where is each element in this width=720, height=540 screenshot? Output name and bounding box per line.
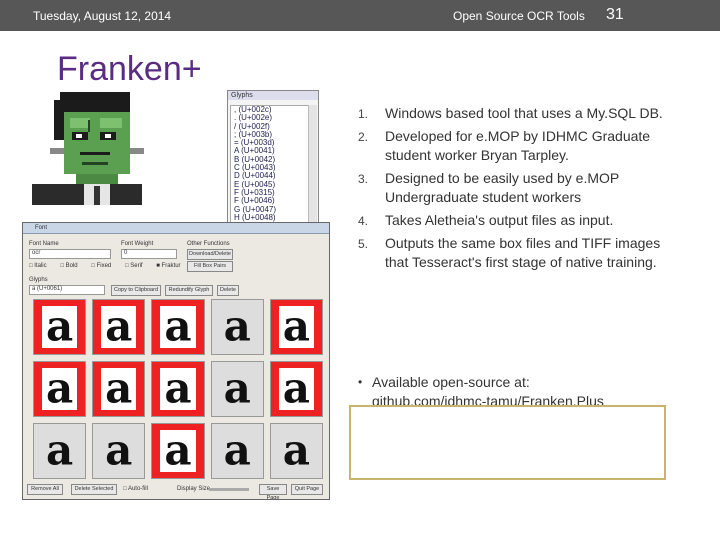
glyph-cell[interactable]: a (92, 299, 146, 355)
glyph-image: a (164, 425, 192, 475)
list-item: 5. Outputs the same box files and TIFF im… (358, 234, 668, 272)
font-name-label: Font Name (29, 241, 59, 247)
window-title-bar: Font (23, 223, 329, 234)
glyph-image: a (282, 301, 310, 351)
glyph-image-grid: aaaaaaaaaaaaaaa (33, 299, 323, 479)
glyph-image: a (45, 301, 74, 351)
fixed-checkbox[interactable]: □ Fixed (91, 263, 111, 269)
font-name-input[interactable]: ocr (29, 249, 111, 259)
italic-checkbox[interactable]: □ Italic (29, 263, 47, 269)
fill-box-pairs-button[interactable]: Fill Box Pairs (187, 261, 233, 272)
list-text: Windows based tool that uses a My.SQL DB… (385, 105, 663, 121)
glyph-image: a (282, 363, 310, 413)
list-item: 3. Designed to be easily used by e.MOP Un… (358, 169, 668, 207)
list-number: 3. (358, 172, 369, 186)
remove-all-button[interactable]: Remove All (27, 484, 63, 495)
window-bottom-bar: Remove All Delete Selected □ Auto-fill D… (27, 484, 325, 499)
glyph-cell[interactable]: a (210, 361, 264, 417)
glyph-cell[interactable]: a (269, 299, 323, 355)
glyph-image: a (105, 363, 133, 413)
font-settings-form: Font Name ocr Font Weight 0 Other Functi… (27, 237, 323, 305)
glyph-cell[interactable]: a (210, 299, 264, 355)
delete-selected-button[interactable]: Delete Selected (71, 484, 117, 495)
list-number: 1. (358, 107, 369, 121)
glyph-image: a (45, 363, 74, 413)
slide-header: Tuesday, August 12, 2014 Open Source OCR… (0, 0, 720, 31)
slide-footer-title: Open Source OCR Tools (453, 9, 585, 23)
glyph-select-value: a (U+0061) (32, 286, 63, 292)
list-text: Developed for e.MOP by IDHMC Graduate st… (385, 128, 651, 163)
feature-list: 1. Windows based tool that uses a My.SQL … (358, 104, 668, 276)
list-text: Designed to be easily used by e.MOP Unde… (385, 170, 619, 205)
window-title: Font (35, 225, 48, 231)
list-text: Outputs the same box files and TIFF imag… (385, 235, 661, 270)
other-functions-label: Other Functions (187, 241, 230, 247)
glyph-image: a (282, 425, 310, 475)
frankenstein-logo (22, 90, 152, 205)
availability-text: Available open-source at: (372, 374, 530, 390)
font-name-value: ocr (32, 250, 41, 256)
glyph-cell[interactable]: a (33, 423, 87, 479)
list-item: 1. Windows based tool that uses a My.SQL … (358, 104, 668, 123)
list-number: 5. (358, 237, 369, 251)
glyph-cell[interactable]: a (151, 299, 205, 355)
list-item: 4. Takes Aletheia's output files as input… (358, 211, 668, 230)
auto-fill-checkbox[interactable]: □ Auto-fill (123, 486, 148, 492)
font-weight-input[interactable]: 0 (121, 249, 177, 259)
serif-checkbox[interactable]: □ Serif (125, 263, 143, 269)
glyph-cell[interactable]: a (151, 423, 205, 479)
glyph-image: a (45, 425, 74, 475)
delete-button[interactable]: Delete (217, 285, 239, 296)
glyph-cell[interactable]: a (210, 423, 264, 479)
glyph-cell[interactable]: a (33, 361, 87, 417)
glyph-image: a (105, 301, 133, 351)
glyph-image: a (105, 425, 133, 475)
glyphs-label: Glyphs (29, 277, 48, 283)
list-text: Takes Aletheia's output files as input. (385, 212, 614, 228)
display-size-label: Display Size (177, 486, 211, 492)
list-number: 4. (358, 214, 369, 228)
redundify-glyph-button[interactable]: Redundify Glyph (165, 285, 213, 296)
glyph-image: a (164, 363, 192, 413)
franken-plus-window: Font Font Name ocr Font Weight 0 Other F… (22, 222, 330, 500)
bullet-glyph: • (358, 375, 363, 389)
list-number: 2. (358, 130, 369, 144)
glyph-image: a (223, 363, 251, 413)
glyph-image: a (223, 301, 251, 351)
slide-date: Tuesday, August 12, 2014 (33, 9, 172, 23)
glyph-image: a (164, 301, 192, 351)
slide-title: Franken+ (57, 50, 202, 88)
fraktur-checkbox[interactable]: ■ Fraktur (156, 263, 180, 269)
glyph-cell[interactable]: a (33, 299, 87, 355)
glyph-cell[interactable]: a (92, 423, 146, 479)
glyph-cell[interactable]: a (151, 361, 205, 417)
glyph-cell[interactable]: a (269, 361, 323, 417)
font-weight-label: Font Weight (121, 241, 154, 247)
glyph-select[interactable]: a (U+0061) (29, 285, 105, 295)
style-checkboxes: □ Italic □ Bold □ Fixed □ Serif ■ Fraktu… (29, 263, 181, 269)
highlight-box (349, 405, 666, 480)
glyph-cell[interactable]: a (269, 423, 323, 479)
slide-number: 31 (606, 6, 624, 23)
glyph-image: a (223, 425, 251, 475)
glyph-panel-title: Glyphs (228, 91, 318, 100)
copy-to-clipboard-button[interactable]: Copy to Clipboard (111, 285, 161, 296)
bold-checkbox[interactable]: □ Bold (60, 263, 77, 269)
download-delete-button[interactable]: Download/Delete (187, 249, 233, 260)
save-page-button[interactable]: Save Page (259, 484, 287, 499)
font-weight-value: 0 (124, 250, 128, 256)
list-item: 2. Developed for e.MOP by IDHMC Graduate … (358, 127, 668, 165)
glyph-cell[interactable]: a (92, 361, 146, 417)
display-size-slider[interactable] (209, 488, 249, 491)
quit-page-button[interactable]: Quit Page (291, 484, 323, 495)
